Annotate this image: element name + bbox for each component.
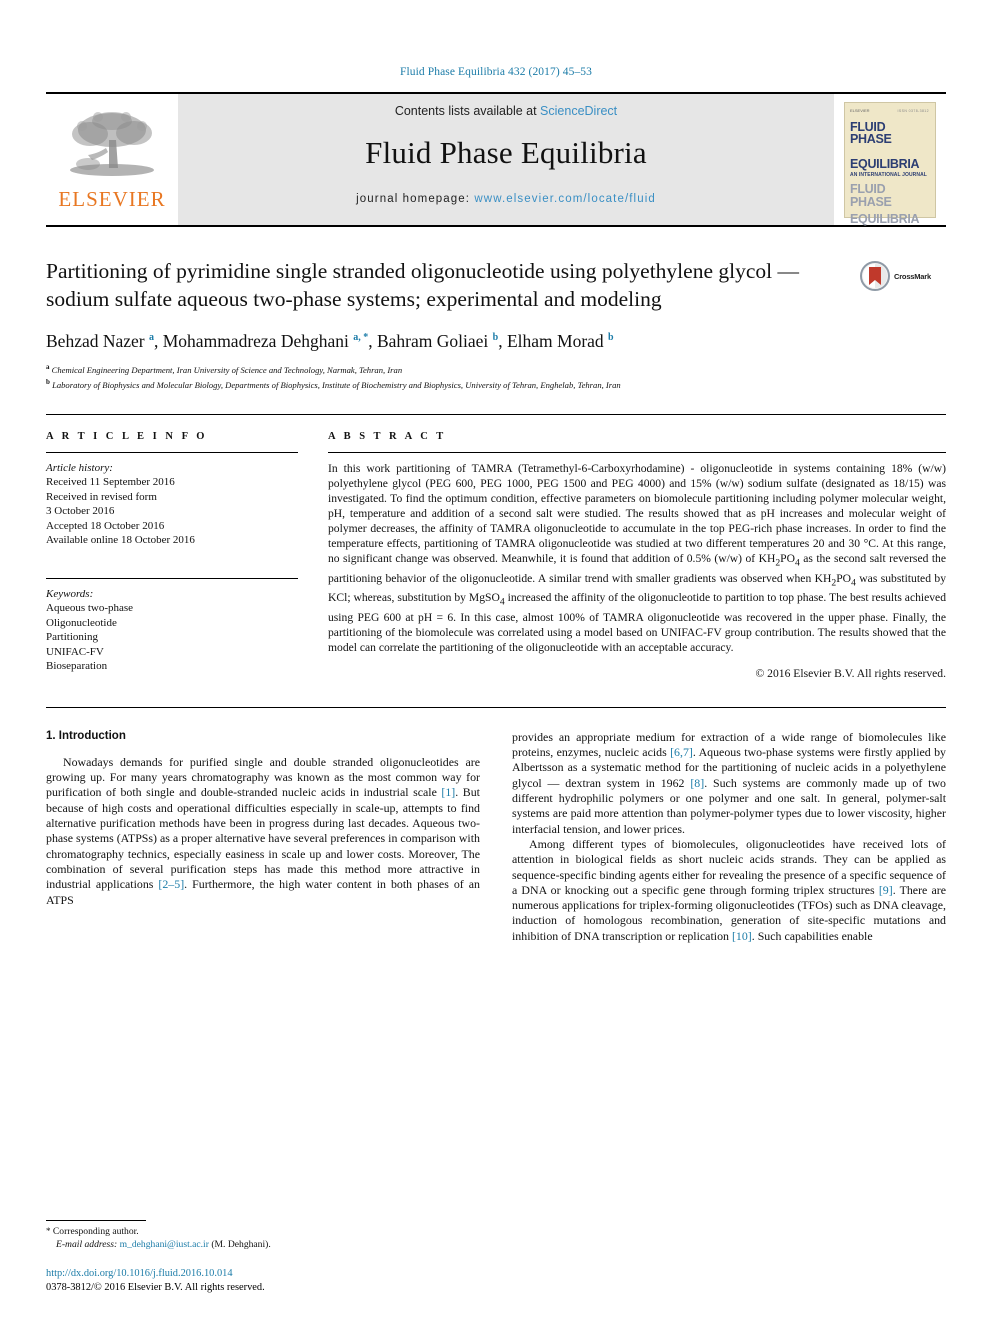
elsevier-wordmark: ELSEVIER bbox=[58, 186, 166, 211]
history-item: 3 October 2016 bbox=[46, 505, 115, 518]
corresponding-author-note: * Corresponding author. E-mail address: … bbox=[46, 1225, 476, 1251]
elsevier-tree-icon bbox=[70, 111, 154, 176]
citation-ref[interactable]: [6,7] bbox=[670, 745, 693, 759]
divider bbox=[46, 706, 946, 708]
journal-cover-thumbnail: ELSEVIER ISSN 0378-3812 FLUID PHASE EQUI… bbox=[834, 94, 946, 225]
introduction-left-text: Nowadays demands for purified single and… bbox=[46, 755, 480, 908]
affiliation-list: a Chemical Engineering Department, Iran … bbox=[46, 361, 946, 392]
email-suffix: (M. Dehghani). bbox=[211, 1239, 271, 1250]
history-item: Received in revised form bbox=[46, 490, 157, 503]
doi-link[interactable]: http://dx.doi.org/10.1016/j.fluid.2016.1… bbox=[46, 1267, 476, 1281]
cover-subtitle: AN INTERNATIONAL JOURNAL bbox=[850, 172, 927, 178]
affiliation-b-text: Laboratory of Biophysics and Molecular B… bbox=[52, 380, 621, 391]
cover-line-3: FLUID PHASE bbox=[850, 182, 892, 209]
introduction-right-text: provides an appropriate medium for extra… bbox=[512, 730, 946, 944]
paragraph: Among different types of biomolecules, o… bbox=[512, 836, 946, 943]
asterisk-icon: * bbox=[46, 1226, 51, 1236]
keywords-block: Keywords: Aqueous two-phase Oligonucleot… bbox=[46, 587, 298, 674]
contents-list-line: Contents lists available at ScienceDirec… bbox=[395, 104, 617, 118]
keyword-item: Bioseparation bbox=[46, 660, 108, 673]
divider bbox=[46, 577, 298, 579]
section-heading-introduction: 1. Introduction bbox=[46, 729, 126, 742]
doi-block: http://dx.doi.org/10.1016/j.fluid.2016.1… bbox=[46, 1267, 476, 1295]
footnote-rule bbox=[46, 1220, 146, 1221]
body-columns: 1. Introduction Nowadays demands for pur… bbox=[46, 730, 946, 944]
crossmark-label: CrossMark bbox=[894, 271, 931, 281]
corresponding-author-text: Corresponding author. bbox=[52, 1226, 139, 1237]
abstract-text: In this work partitioning of TAMRA (Tetr… bbox=[328, 461, 947, 654]
paragraph: Nowadays demands for purified single and… bbox=[46, 754, 480, 907]
homepage-url[interactable]: www.elsevier.com/locate/fluid bbox=[474, 193, 655, 205]
divider bbox=[328, 451, 946, 453]
sciencedirect-link[interactable]: ScienceDirect bbox=[540, 104, 617, 118]
issn-copyright-line: 0378-3812/© 2016 Elsevier B.V. All right… bbox=[46, 1282, 265, 1293]
article-history-block: Article history: Received 11 September 2… bbox=[46, 461, 298, 548]
masthead-center: Contents lists available at ScienceDirec… bbox=[178, 94, 834, 225]
history-item: Available online 18 October 2016 bbox=[46, 534, 195, 547]
cover-line-4: EQUILIBRIA bbox=[850, 212, 920, 226]
divider bbox=[46, 451, 298, 453]
abstract-heading: A B S T R A C T bbox=[328, 430, 447, 442]
citation-ref[interactable]: [1] bbox=[441, 785, 455, 799]
paragraph: provides an appropriate medium for extra… bbox=[512, 729, 946, 836]
history-item: Accepted 18 October 2016 bbox=[46, 519, 165, 532]
page-footnote: * Corresponding author. E-mail address: … bbox=[46, 1220, 476, 1295]
body-column-right: provides an appropriate medium for extra… bbox=[512, 730, 946, 944]
cover-line-1: FLUID PHASE bbox=[850, 119, 892, 146]
contents-prefix: Contents lists available at bbox=[394, 104, 541, 118]
citation-ref[interactable]: [9] bbox=[879, 883, 893, 897]
citation-ref[interactable]: [8] bbox=[690, 776, 704, 790]
paper-page: Fluid Phase Equilibria 432 (2017) 45–53 bbox=[0, 0, 992, 1323]
affiliation-b: b Laboratory of Biophysics and Molecular… bbox=[46, 378, 621, 391]
keyword-item: Oligonucleotide bbox=[46, 616, 117, 629]
article-history-label: Article history: bbox=[46, 461, 113, 474]
keyword-item: UNIFAC-FV bbox=[46, 645, 104, 658]
article-info-heading: A R T I C L E I N F O bbox=[46, 430, 208, 442]
cover-publisher-mark: ELSEVIER bbox=[850, 107, 870, 113]
publisher-logo: ELSEVIER bbox=[46, 94, 178, 225]
keyword-item: Partitioning bbox=[46, 631, 98, 644]
crossmark-icon bbox=[860, 261, 890, 291]
author-list: Behzad Nazer a, Mohammadreza Dehghani a,… bbox=[46, 331, 614, 351]
keywords-label: Keywords: bbox=[46, 587, 94, 600]
article-info-column: A R T I C L E I N F O Article history: R… bbox=[46, 431, 298, 681]
journal-homepage-line: journal homepage: www.elsevier.com/locat… bbox=[356, 193, 656, 205]
affiliation-a: a Chemical Engineering Department, Iran … bbox=[46, 363, 403, 375]
abstract-column: A B S T R A C T In this work partitionin… bbox=[328, 431, 946, 681]
crossmark-badge[interactable]: CrossMark bbox=[860, 257, 946, 291]
corresponding-author-line: * Corresponding author. bbox=[46, 1225, 476, 1238]
page-title: Partitioning of pyrimidine single strand… bbox=[46, 259, 799, 311]
keyword-item: Aqueous two-phase bbox=[46, 602, 134, 615]
cover-issn: ISSN 0378-3812 bbox=[897, 108, 929, 113]
cover-line-2: EQUILIBRIA bbox=[850, 156, 920, 171]
running-head: Fluid Phase Equilibria 432 (2017) 45–53 bbox=[399, 66, 593, 78]
homepage-prefix: journal homepage: bbox=[356, 193, 475, 205]
body-column-left: 1. Introduction Nowadays demands for pur… bbox=[46, 730, 480, 944]
abstract-body: In this work partitioning of TAMRA (Tetr… bbox=[328, 461, 946, 681]
title-area: Partitioning of pyrimidine single strand… bbox=[46, 257, 946, 313]
journal-masthead: ELSEVIER Contents lists available at Sci… bbox=[46, 92, 946, 227]
citation-ref[interactable]: [2–5] bbox=[158, 877, 184, 891]
email-label: E-mail address: bbox=[56, 1239, 118, 1250]
email-link[interactable]: m_dehghani@iust.ac.ir bbox=[120, 1239, 209, 1250]
journal-title: Fluid Phase Equilibria bbox=[365, 135, 647, 170]
info-abstract-band: A R T I C L E I N F O Article history: R… bbox=[46, 413, 946, 681]
citation-ref[interactable]: [10] bbox=[732, 929, 752, 943]
affiliation-a-text: Chemical Engineering Department, Iran Un… bbox=[51, 364, 403, 375]
history-item: Received 11 September 2016 bbox=[46, 476, 175, 489]
abstract-copyright: © 2016 Elsevier B.V. All rights reserved… bbox=[755, 666, 946, 680]
email-line: E-mail address: m_dehghani@iust.ac.ir (M… bbox=[46, 1238, 476, 1251]
